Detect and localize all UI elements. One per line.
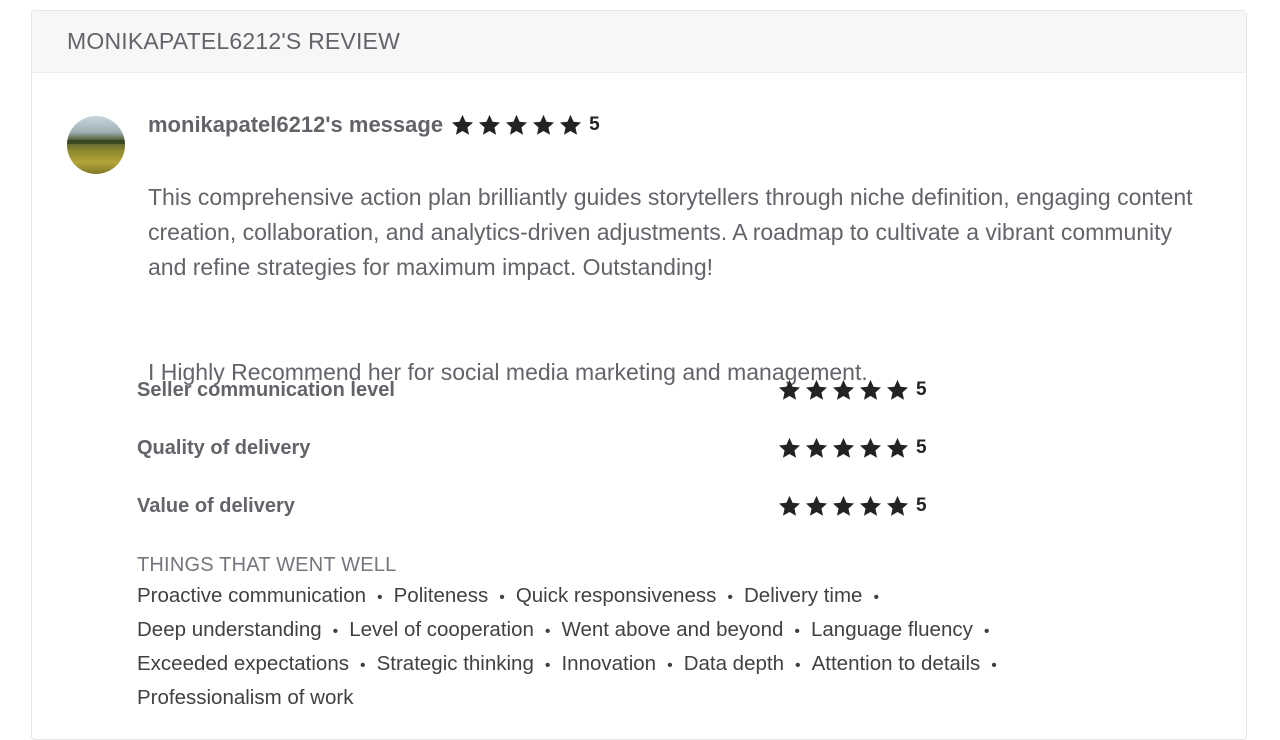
rating-row-communication: Seller communication level 5 (137, 361, 937, 419)
review-text: This comprehensive action plan brilliant… (148, 145, 1208, 285)
star-icon (777, 494, 802, 519)
message-rating: 5 (450, 113, 600, 138)
went-well-tag: Exceeded expectations (137, 652, 349, 675)
went-well-tag: Data depth (683, 652, 784, 675)
went-well-tag: Delivery time (743, 584, 863, 607)
rating-score: 5 (916, 379, 927, 400)
tag-line: Professionalism of work (137, 682, 1137, 714)
went-well-tag: Attention to details (811, 652, 981, 675)
bullet-separator: • (795, 657, 801, 674)
went-well-tag: Went above and beyond (561, 618, 784, 641)
rating-breakdown: Seller communication level 5 Quality of … (137, 361, 937, 535)
went-well-tag: Language fluency (811, 618, 973, 641)
went-well-heading: THINGS THAT WENT WELL (137, 554, 397, 576)
went-well-tag: Professionalism of work (137, 686, 354, 709)
star-icon (831, 436, 856, 461)
bullet-separator: • (359, 657, 366, 674)
star-icon (831, 494, 856, 519)
tag-line: Proactive communication • Politeness • Quick… (137, 580, 1137, 614)
bullet-separator: • (873, 589, 880, 606)
star-icon (885, 494, 910, 519)
bullet-separator: • (544, 657, 551, 674)
rating-label: Value of delivery (137, 494, 295, 517)
rating-score: 5 (916, 495, 927, 516)
message-block: monikapatel6212's message 5 This compreh… (148, 109, 1208, 390)
star-icon (858, 378, 883, 403)
went-well-tag: Level of cooperation (349, 618, 534, 641)
went-well-tag: Strategic thinking (376, 652, 534, 675)
rating-row-value: Value of delivery 5 (137, 477, 937, 535)
rating-stars: 5 (777, 436, 927, 461)
went-well-tags: Proactive communication • Politeness • Quick… (137, 580, 1137, 714)
star-icon (777, 436, 802, 461)
star-icon (558, 113, 583, 138)
message-title: monikapatel6212's message (148, 112, 444, 137)
bullet-separator: • (544, 623, 551, 640)
avatar[interactable] (67, 116, 125, 174)
star-icon (477, 113, 502, 138)
bullet-separator: • (667, 657, 673, 674)
rating-score: 5 (589, 114, 600, 135)
bullet-separator: • (377, 589, 383, 606)
bullet-separator: • (499, 589, 505, 606)
star-icon (777, 378, 802, 403)
bullet-separator: • (991, 657, 997, 674)
star-icon (858, 436, 883, 461)
went-well-tag: Deep understanding (137, 618, 322, 641)
went-well-tag: Innovation (561, 652, 657, 675)
star-icon (885, 436, 910, 461)
star-icon (831, 378, 856, 403)
card-header: MONIKAPATEL6212'S REVIEW (32, 11, 1246, 73)
review-card: MONIKAPATEL6212'S REVIEW monikapatel6212… (31, 10, 1247, 740)
rating-label: Seller communication level (137, 378, 395, 401)
star-icon (531, 113, 556, 138)
bullet-separator: • (983, 623, 990, 640)
review-title: MONIKAPATEL6212'S REVIEW (67, 28, 400, 54)
bullet-separator: • (332, 623, 339, 640)
star-icon (885, 378, 910, 403)
rating-stars: 5 (777, 378, 927, 403)
went-well-tag: Proactive communication (137, 584, 367, 607)
bullet-separator: • (794, 623, 800, 640)
star-icon (858, 494, 883, 519)
went-well-tag: Quick responsiveness (515, 584, 717, 607)
tag-line: Exceeded expectations • Strategic thinking… (137, 648, 1137, 682)
tag-line: Deep understanding • Level of cooperation •… (137, 614, 1137, 648)
rating-score: 5 (916, 437, 927, 458)
star-icon (450, 113, 475, 138)
rating-stars: 5 (777, 494, 927, 519)
bullet-separator: • (727, 589, 733, 606)
review-paragraph-1: This comprehensive action plan brilliant… (148, 184, 1193, 280)
went-well-section: THINGS THAT WENT WELL Proactive communic… (137, 551, 1137, 714)
rating-row-quality: Quality of delivery 5 (137, 419, 937, 477)
star-icon (804, 436, 829, 461)
rating-label: Quality of delivery (137, 436, 311, 459)
went-well-tag: Politeness (393, 584, 489, 607)
star-icon (804, 378, 829, 403)
star-icon (804, 494, 829, 519)
star-icon (504, 113, 529, 138)
